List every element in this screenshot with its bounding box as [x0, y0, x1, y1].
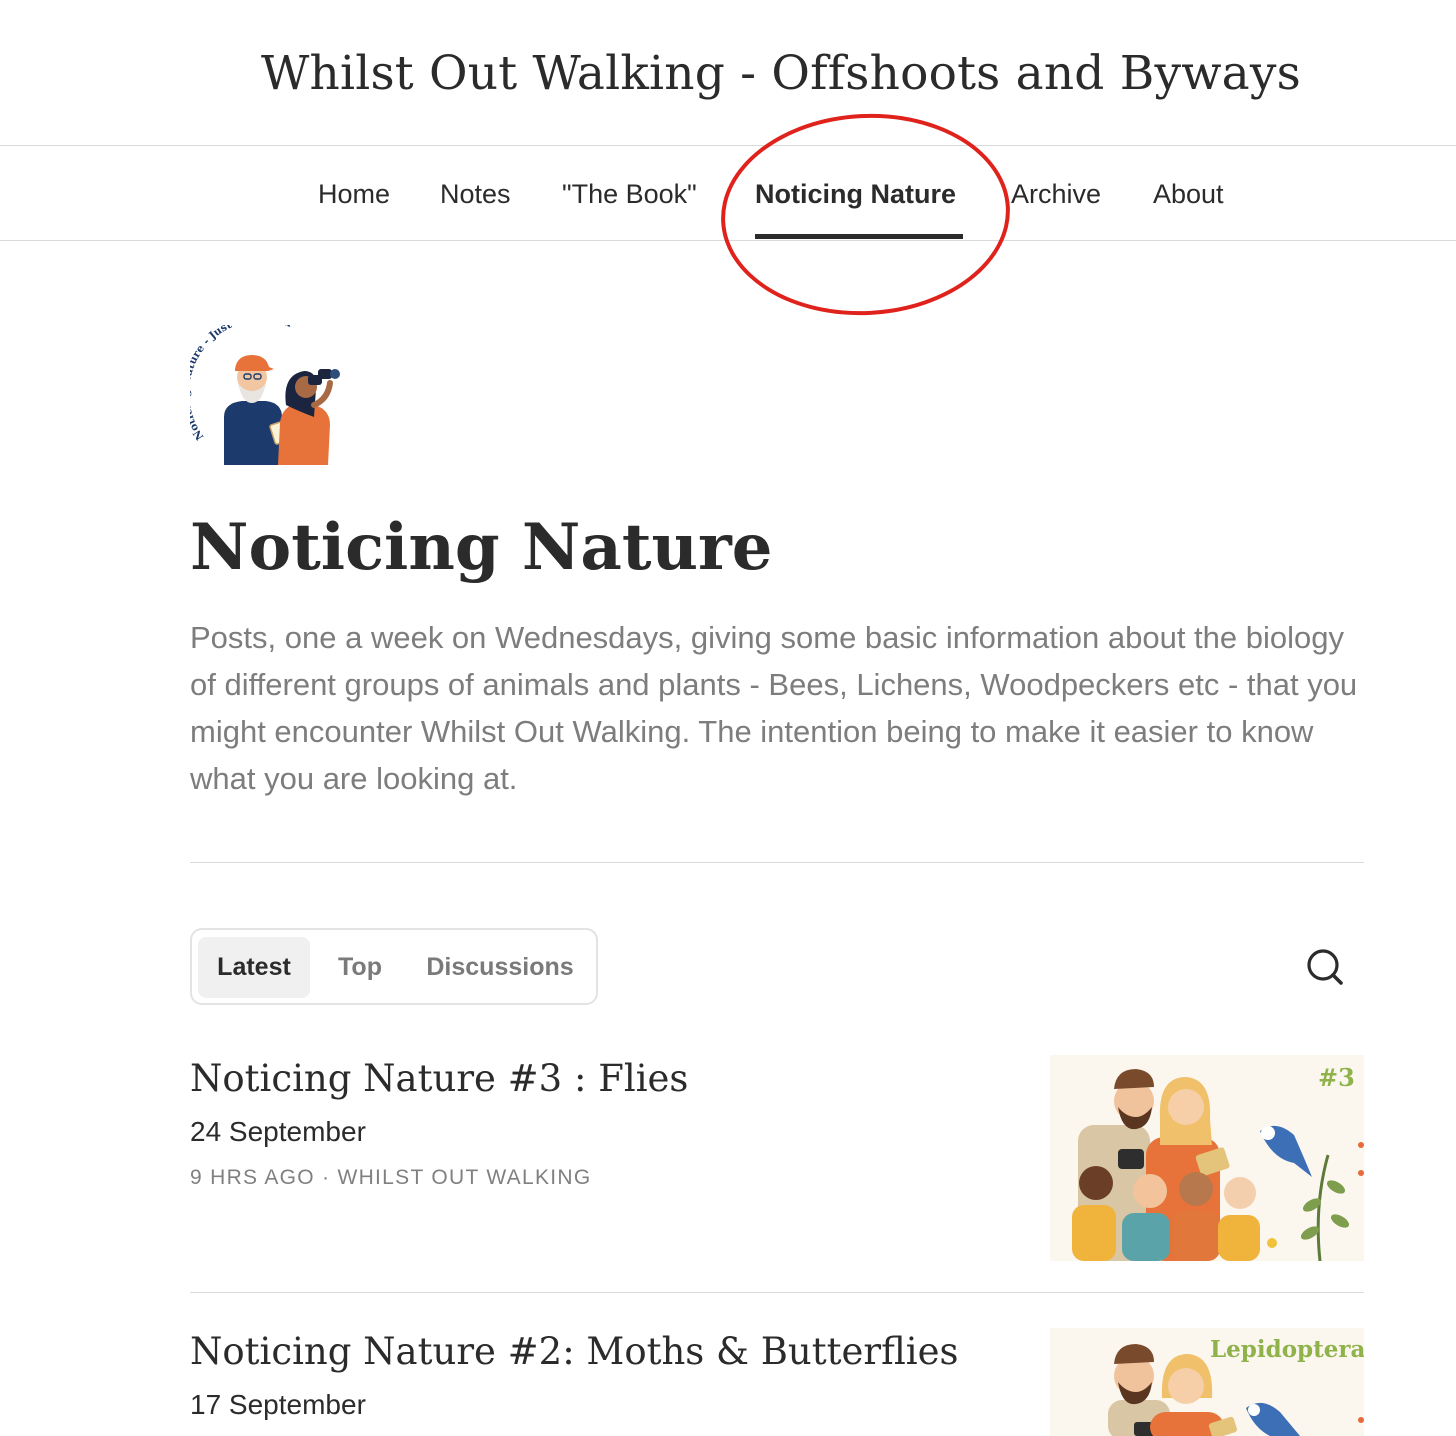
post-title[interactable]: Noticing Nature #2: Moths & Butterflies: [190, 1327, 958, 1377]
nav-item-archive[interactable]: Archive: [1011, 146, 1101, 240]
site-title[interactable]: Whilst Out Walking - Offshoots and Byway…: [0, 42, 1456, 106]
top-nav: Home Notes "The Book" Noticing Nature Ar…: [0, 146, 1456, 240]
post-thumbnail[interactable]: Lepidoptera: [1050, 1328, 1364, 1436]
search-button[interactable]: [1300, 942, 1350, 992]
nav-item-about[interactable]: About: [1153, 146, 1224, 240]
nav-active-underline: [755, 234, 963, 239]
tab-discussions[interactable]: Discussions: [410, 937, 590, 998]
thumbnail-label: #3 -: [1318, 1063, 1364, 1092]
section-divider: [190, 862, 1364, 863]
thumbnail-label: Lepidoptera: [1210, 1336, 1364, 1363]
post-thumbnail[interactable]: #3 -: [1050, 1055, 1364, 1261]
tab-top[interactable]: Top: [320, 937, 400, 998]
post-title[interactable]: Noticing Nature #3 : Flies: [190, 1054, 688, 1104]
nav-item-the-book[interactable]: "The Book": [562, 146, 697, 240]
tab-latest[interactable]: Latest: [198, 937, 310, 998]
post-subtitle: 24 September: [190, 1116, 366, 1147]
nav-item-home[interactable]: Home: [318, 146, 390, 240]
nav-divider: [0, 240, 1456, 241]
nav-item-noticing-nature[interactable]: Noticing Nature: [755, 146, 956, 240]
post-filter-tabs: Latest Top Discussions: [190, 928, 598, 1005]
nav-item-notes[interactable]: Notes: [440, 146, 511, 240]
section-logo: Noticing Nature - Just One Hour: [180, 312, 350, 465]
search-icon: [1307, 949, 1343, 985]
post-subtitle: 17 September: [190, 1389, 366, 1420]
section-title: Noticing Nature: [190, 510, 773, 585]
post-divider: [190, 1292, 1364, 1293]
post-meta: 9 HRS AGO · WHILST OUT WALKING: [190, 1166, 592, 1189]
section-description: Posts, one a week on Wednesdays, giving …: [190, 620, 1358, 796]
